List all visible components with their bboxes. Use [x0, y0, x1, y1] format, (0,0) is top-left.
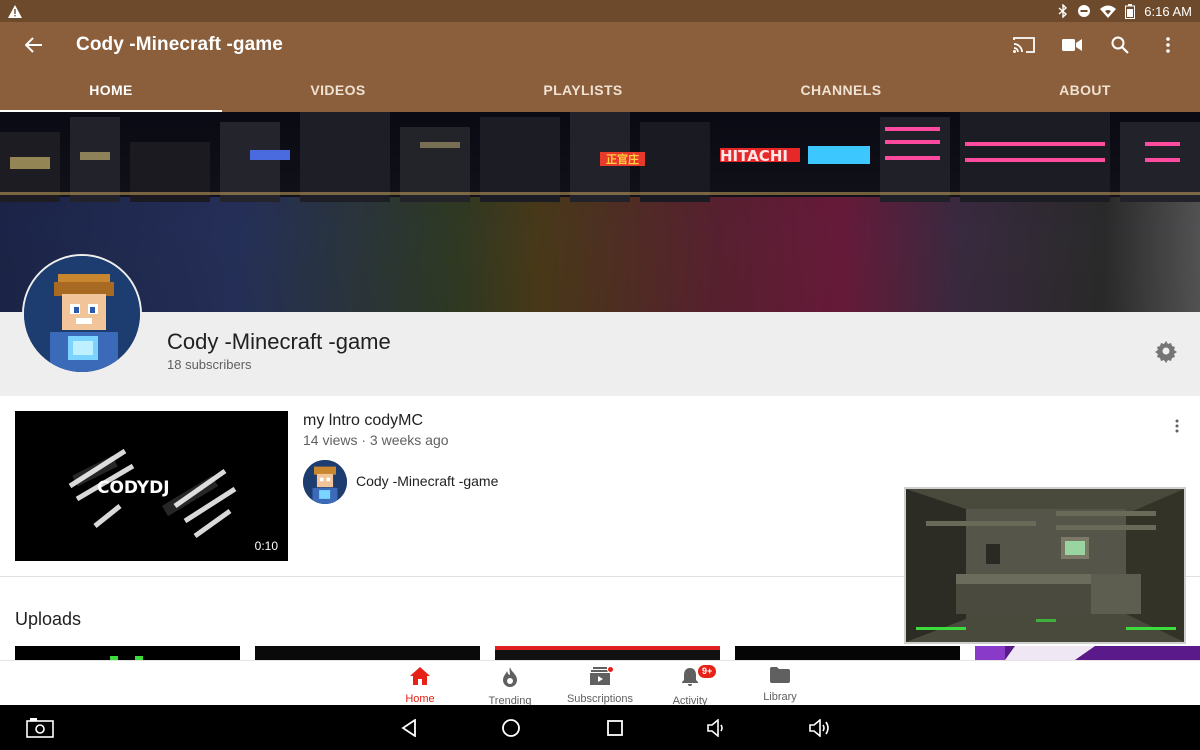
tab-playlists[interactable]: PLAYLISTS [454, 68, 712, 112]
video-meta: 14 views · 3 weeks ago [303, 432, 449, 448]
volume-up-icon[interactable] [808, 715, 834, 741]
nav-trending[interactable]: Trending [465, 661, 555, 707]
channel-avatar[interactable] [22, 254, 142, 374]
clock: 6:16 AM [1144, 3, 1192, 19]
nav-home-label: Home [405, 693, 435, 705]
nav-subscriptions[interactable]: Subscriptions [555, 661, 645, 706]
status-bar: 6:16 AM [0, 0, 1200, 22]
activity-badge: 9+ [697, 664, 718, 679]
channel-name: Cody -Minecraft -game [167, 329, 391, 354]
subscriber-count: 18 subscribers [167, 357, 252, 372]
video-duration: 0:10 [254, 539, 278, 553]
battery-icon [1125, 3, 1136, 19]
channel-tabs: HOME VIDEOS PLAYLISTS CHANNELS ABOUT [0, 68, 1200, 112]
uploads-heading: Uploads [15, 609, 82, 629]
video-channel-name[interactable]: Cody -Minecraft -game [356, 473, 498, 489]
banner-sign-chinese: 正官庄 [606, 153, 639, 166]
tab-videos[interactable]: VIDEOS [222, 68, 454, 112]
upload-thumbnail[interactable] [975, 646, 1200, 660]
cast-icon[interactable] [1012, 33, 1036, 57]
gear-icon[interactable] [1154, 339, 1178, 363]
upload-thumbnail[interactable] [255, 646, 480, 660]
bottom-nav: Home Trending Subscriptions 9+ Activity … [0, 660, 1200, 707]
warning-icon [8, 4, 22, 18]
mini-player[interactable] [904, 487, 1186, 644]
screenshot-icon[interactable] [25, 715, 55, 741]
app-bar: Cody -Minecraft -game HOME VIDEOS PLAYLI… [0, 22, 1200, 112]
nav-library[interactable]: Library [735, 661, 825, 706]
more-vert-icon[interactable] [1156, 33, 1180, 57]
banner-water [0, 197, 1200, 312]
video-channel-avatar[interactable] [303, 460, 347, 504]
volume-down-icon[interactable] [705, 715, 731, 741]
camera-icon[interactable] [1060, 33, 1084, 57]
nav-home[interactable]: Home [375, 661, 465, 706]
home-icon [410, 667, 430, 690]
banner-sign-hitachi: HITACHI [720, 147, 788, 165]
back-arrow-icon[interactable] [22, 33, 46, 57]
video-title[interactable]: my lntro codyMC [303, 412, 423, 430]
wifi-icon [1100, 5, 1117, 18]
back-nav-icon[interactable] [396, 715, 422, 741]
folder-icon [770, 667, 790, 688]
tab-home[interactable]: HOME [0, 68, 222, 112]
flame-icon [502, 667, 518, 692]
channel-banner: HITACHI 正官庄 [0, 112, 1200, 312]
notification-dot [607, 666, 614, 673]
nav-library-label: Library [763, 691, 797, 703]
featured-video-thumbnail[interactable]: CODYDJ 0:10 [15, 411, 288, 561]
upload-thumbnail[interactable] [735, 646, 960, 660]
upload-thumbnail[interactable] [495, 646, 720, 660]
banner-skyline [0, 112, 1200, 202]
system-nav-bar [0, 705, 1200, 750]
tab-about[interactable]: ABOUT [970, 68, 1200, 112]
video-more-vert-icon[interactable] [1170, 417, 1184, 435]
do-not-disturb-icon [1077, 4, 1091, 18]
nav-activity[interactable]: 9+ Activity [645, 661, 735, 707]
app-bar-title: Cody -Minecraft -game [76, 34, 283, 55]
search-icon[interactable] [1108, 33, 1132, 57]
nav-subscriptions-label: Subscriptions [566, 693, 634, 705]
bluetooth-icon [1058, 4, 1068, 18]
home-nav-icon[interactable] [498, 715, 524, 741]
tab-channels[interactable]: CHANNELS [712, 68, 970, 112]
recents-nav-icon[interactable] [602, 715, 628, 741]
upload-thumbnail[interactable] [15, 646, 240, 660]
thumbnail-text: CODYDJ [97, 478, 170, 498]
